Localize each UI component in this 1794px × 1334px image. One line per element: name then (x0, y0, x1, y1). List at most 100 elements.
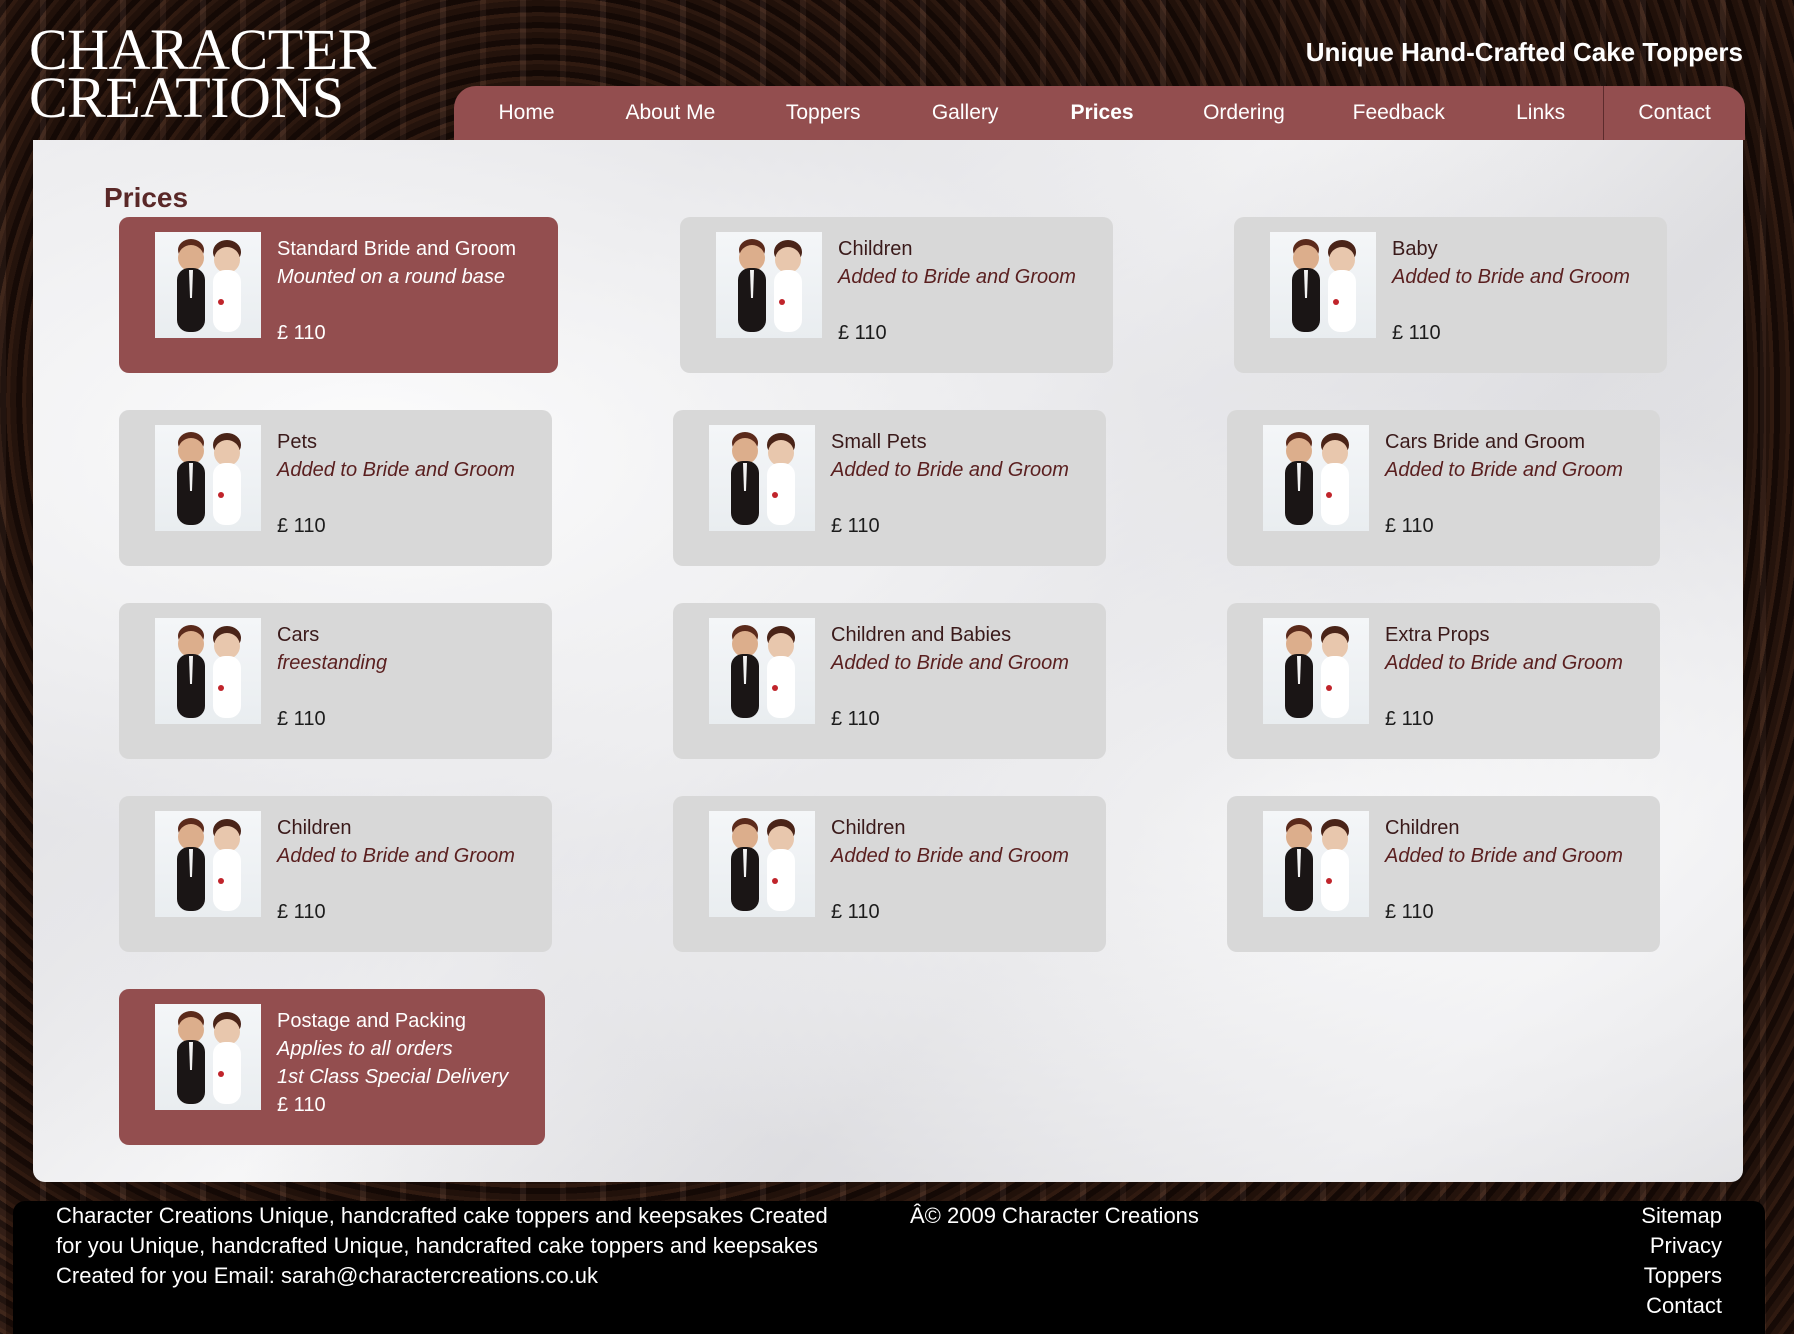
cake-topper-image (1270, 232, 1376, 338)
price-item-name: Pets (277, 431, 318, 453)
site-logo[interactable]: CHARACTER CREATIONS (29, 21, 376, 130)
nav-about[interactable]: About Me (589, 86, 752, 140)
price-item-description: Added to Bride and Groom (831, 459, 1069, 481)
nav-links[interactable]: Links (1478, 86, 1603, 140)
price-card[interactable]: Cars Bride and Groom Added to Bride and G… (1227, 410, 1660, 566)
price-card[interactable]: Small Pets Added to Bride and Groom £ 110 (673, 410, 1106, 566)
cake-topper-image (155, 618, 261, 724)
footer-copyright: Â© 2009 Character Creations (910, 1203, 1199, 1228)
price-item-price: £ 110 (831, 708, 880, 730)
price-card-text: Baby Added to Bride and Groom £ 110 (1392, 235, 1630, 347)
price-item-description: Added to Bride and Groom (1392, 266, 1630, 288)
price-item-price: £ 110 (277, 1094, 326, 1116)
price-item-name: Postage and Packing (277, 1010, 467, 1032)
cake-topper-image (709, 811, 815, 917)
price-card-text: Children Added to Bride and Groom £ 110 (1385, 814, 1623, 926)
cake-topper-image (1263, 811, 1369, 917)
price-item-price: £ 110 (1385, 708, 1434, 730)
price-card-text: Postage and Packing Applies to all orders… (277, 1007, 508, 1119)
price-card[interactable]: Pets Added to Bride and Groom £ 110 (119, 410, 552, 566)
price-item-description: Added to Bride and Groom (277, 459, 515, 481)
price-card[interactable]: Children and Babies Added to Bride and Gr… (673, 603, 1106, 759)
cake-topper-image (155, 425, 261, 531)
price-item-price: £ 110 (1385, 901, 1434, 923)
nav-feedback[interactable]: Feedback (1319, 86, 1478, 140)
price-card[interactable]: Extra Props Added to Bride and Groom £ 110 (1227, 603, 1660, 759)
price-item-price: £ 110 (277, 322, 326, 344)
price-item-price: £ 110 (1385, 515, 1434, 537)
price-item-price: £ 110 (831, 901, 880, 923)
price-item-description: Mounted on a round base (277, 266, 505, 288)
nav-prices[interactable]: Prices (1036, 86, 1169, 140)
price-item-name: Extra Props (1385, 624, 1490, 646)
price-item-description: Added to Bride and Groom (277, 845, 515, 867)
cake-topper-image (709, 618, 815, 724)
price-card[interactable]: Children Added to Bride and Groom £ 110 (119, 796, 552, 952)
price-card[interactable]: Cars freestanding £ 110 (119, 603, 552, 759)
price-item-description: freestanding (277, 652, 388, 674)
price-item-name: Baby (1392, 238, 1438, 260)
price-card[interactable]: Postage and Packing Applies to all orders… (119, 989, 545, 1145)
price-item-name: Standard Bride and Groom (277, 238, 517, 260)
price-card-text: Children Added to Bride and Groom £ 110 (838, 235, 1076, 347)
price-item-price: £ 110 (838, 322, 887, 344)
price-item-name: Children (838, 238, 913, 260)
price-item-description: Added to Bride and Groom (1385, 652, 1623, 674)
footer-about-line: Character Creations Unique, handcrafted … (56, 1203, 828, 1228)
footer-about-line: for you Unique, handcrafted Unique, hand… (56, 1233, 818, 1258)
nav-contact[interactable]: Contact (1604, 86, 1745, 140)
price-item-description: Added to Bride and Groom (838, 266, 1076, 288)
cake-topper-image (155, 232, 261, 338)
price-item-name: Children and Babies (831, 624, 1012, 646)
price-item-name: Children (1385, 817, 1460, 839)
price-card[interactable]: Children Added to Bride and Groom £ 110 (1227, 796, 1660, 952)
price-card-text: Extra Props Added to Bride and Groom £ 110 (1385, 621, 1623, 733)
price-item-price: £ 110 (277, 515, 326, 537)
price-card[interactable]: Standard Bride and Groom Mounted on a rou… (119, 217, 558, 373)
price-item-description: Added to Bride and Groom (831, 845, 1069, 867)
price-item-description-2: 1st Class Special Delivery (277, 1066, 509, 1088)
price-item-description: Added to Bride and Groom (1385, 459, 1623, 481)
nav-ordering[interactable]: Ordering (1169, 86, 1320, 140)
cake-topper-image (155, 1004, 261, 1110)
price-card[interactable]: Baby Added to Bride and Groom £ 110 (1234, 217, 1667, 373)
nav-toppers[interactable]: Toppers (752, 86, 895, 140)
price-card-text: Small Pets Added to Bride and Groom £ 110 (831, 428, 1069, 540)
footer-about-line: Created for you Email: sarah@charactercr… (56, 1263, 599, 1288)
cake-topper-image (1263, 425, 1369, 531)
site-tagline: Unique Hand-Crafted Cake Toppers (1305, 37, 1743, 67)
price-item-price: £ 110 (277, 901, 326, 923)
main-nav: Home About Me Toppers Gallery Prices Ord… (454, 86, 1745, 140)
footer-links: Sitemap Privacy Toppers Contact (1641, 1201, 1722, 1321)
price-item-price: £ 110 (1392, 322, 1441, 344)
footer-link-privacy[interactable]: Privacy (1641, 1231, 1722, 1261)
cake-topper-image (1263, 618, 1369, 724)
site-footer: Character Creations Unique, handcrafted … (13, 1201, 1765, 1334)
price-item-name: Small Pets (831, 431, 927, 453)
price-card-text: Children Added to Bride and Groom £ 110 (831, 814, 1069, 926)
price-item-description: Added to Bride and Groom (1385, 845, 1623, 867)
logo-line-2: CREATIONS (29, 65, 344, 130)
footer-link-contact[interactable]: Contact (1641, 1291, 1722, 1321)
cake-topper-image (709, 425, 815, 531)
footer-link-toppers[interactable]: Toppers (1641, 1261, 1722, 1291)
price-card-text: Cars freestanding £ 110 (277, 621, 387, 733)
cake-topper-image (716, 232, 822, 338)
main-content: Prices Standard Bride and Groom Mounted o… (33, 140, 1743, 1182)
price-item-name: Cars (277, 624, 320, 646)
price-item-description: Added to Bride and Groom (831, 652, 1069, 674)
price-card[interactable]: Children Added to Bride and Groom £ 110 (680, 217, 1113, 373)
price-card-text: Standard Bride and Groom Mounted on a rou… (277, 235, 516, 347)
price-item-price: £ 110 (277, 708, 326, 730)
price-item-price: £ 110 (831, 515, 880, 537)
footer-link-sitemap[interactable]: Sitemap (1641, 1201, 1722, 1231)
nav-gallery[interactable]: Gallery (895, 86, 1036, 140)
nav-home[interactable]: Home (464, 86, 589, 140)
footer-about: Character Creations Unique, handcrafted … (56, 1201, 856, 1291)
price-card-text: Pets Added to Bride and Groom £ 110 (277, 428, 515, 540)
price-card[interactable]: Children Added to Bride and Groom £ 110 (673, 796, 1106, 952)
page-title: Prices (104, 182, 189, 213)
price-card-text: Cars Bride and Groom Added to Bride and G… (1385, 428, 1623, 540)
price-item-name: Children (277, 817, 352, 839)
price-item-name: Children (831, 817, 906, 839)
